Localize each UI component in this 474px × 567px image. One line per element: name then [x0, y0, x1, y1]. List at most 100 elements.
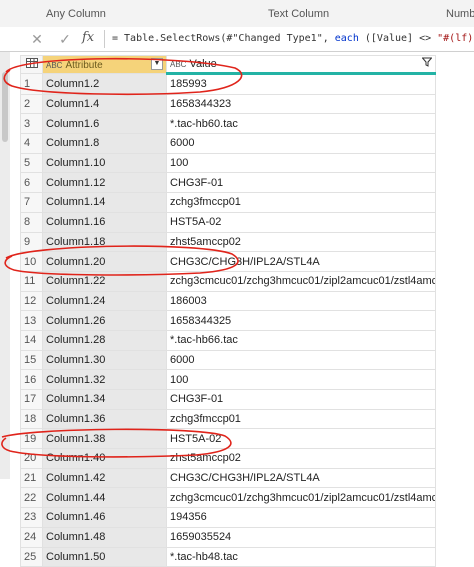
value-cell[interactable]: 6000	[166, 133, 436, 154]
table-row[interactable]: 8 Column1.16 HST5A-02	[20, 211, 436, 233]
value-cell[interactable]: zchg3fmccp01	[166, 192, 436, 213]
attribute-cell[interactable]: Column1.26	[42, 310, 167, 331]
attribute-cell[interactable]: Column1.28	[42, 329, 167, 351]
value-cell[interactable]: zchg3fmccp01	[166, 408, 436, 430]
value-cell[interactable]: HST5A-02	[166, 428, 436, 450]
value-cell[interactable]: *.tac-hb60.tac	[166, 113, 436, 135]
table-row[interactable]: 9 Column1.18 zhst5amccp02	[20, 231, 436, 253]
value-cell[interactable]: HST5A-02	[166, 211, 436, 233]
attribute-cell[interactable]: Column1.18	[42, 231, 167, 253]
commit-icon[interactable]: ✓	[56, 30, 74, 48]
right-edge	[466, 52, 474, 479]
attribute-cell[interactable]: Column1.20	[42, 251, 167, 272]
value-cell[interactable]: CHG3F-01	[166, 172, 436, 194]
table-row[interactable]: 4 Column1.8 6000	[20, 133, 436, 154]
table-row[interactable]: 13 Column1.26 1658344325	[20, 310, 436, 331]
table-row[interactable]: 20 Column1.40 zhst5amccp02	[20, 448, 436, 469]
table-row[interactable]: 12 Column1.24 186003	[20, 290, 436, 312]
value-cell[interactable]: 100	[166, 152, 436, 174]
table-row[interactable]: 22 Column1.44 zchg3cmcuc01/zchg3hmcuc01/zi…	[20, 487, 436, 509]
value-cell[interactable]: 1658344325	[166, 310, 436, 331]
table-row[interactable]: 24 Column1.48 1659035524	[20, 526, 436, 548]
value-cell[interactable]: 186003	[166, 290, 436, 312]
text-type-icon[interactable]: ABC	[170, 60, 186, 69]
attribute-cell[interactable]: Column1.30	[42, 349, 167, 371]
attribute-cell[interactable]: Column1.48	[42, 526, 167, 548]
table-row[interactable]: 2 Column1.4 1658344323	[20, 93, 436, 115]
value-cell[interactable]: zchg3cmcuc01/zchg3hmcuc01/zipl2amcuc01/z…	[166, 487, 436, 509]
table-menu-icon[interactable]	[20, 55, 43, 74]
value-cell[interactable]: CHG3C/CHG3H/IPL2A/STL4A	[166, 251, 436, 272]
attribute-column-header[interactable]: ABC Attribute ▼	[42, 55, 167, 74]
attribute-cell[interactable]: Column1.16	[42, 211, 167, 233]
attribute-cell[interactable]: Column1.34	[42, 389, 167, 410]
attribute-cell[interactable]: Column1.50	[42, 546, 167, 567]
value-cell[interactable]: CHG3F-01	[166, 389, 436, 410]
table-row[interactable]: 16 Column1.32 100	[20, 369, 436, 390]
filter-icon[interactable]	[421, 57, 433, 69]
attribute-cell[interactable]: Column1.22	[42, 270, 167, 292]
table-row[interactable]: 15 Column1.30 6000	[20, 349, 436, 371]
text-type-icon[interactable]: ABC	[46, 61, 62, 70]
row-number: 17	[20, 389, 43, 410]
table-row[interactable]: 3 Column1.6 *.tac-hb60.tac	[20, 113, 436, 135]
table-row[interactable]: 19 Column1.38 HST5A-02	[20, 428, 436, 450]
fx-icon[interactable]: fx	[82, 30, 94, 45]
row-number: 21	[20, 467, 43, 489]
attribute-cell[interactable]: Column1.44	[42, 487, 167, 509]
table-row[interactable]: 18 Column1.36 zchg3fmccp01	[20, 408, 436, 430]
attribute-cell[interactable]: Column1.32	[42, 369, 167, 390]
value-cell[interactable]: 194356	[166, 507, 436, 528]
attribute-cell[interactable]: Column1.2	[42, 73, 167, 95]
table-row[interactable]: 21 Column1.42 CHG3C/CHG3H/IPL2A/STL4A	[20, 467, 436, 489]
value-cell[interactable]: 6000	[166, 349, 436, 371]
table-row[interactable]: 1 Column1.2 185993	[20, 73, 436, 95]
table-row[interactable]: 6 Column1.12 CHG3F-01	[20, 172, 436, 194]
value-cell[interactable]: 1658344323	[166, 93, 436, 115]
left-pane-scrollbar[interactable]	[0, 52, 10, 479]
cancel-icon[interactable]: ✕	[28, 30, 46, 48]
value-cell[interactable]: zhst5amccp02	[166, 231, 436, 253]
formula-input[interactable]: = Table.SelectRows(#"Changed Type1", eac…	[112, 33, 474, 44]
text-column-label: Text Column	[268, 8, 330, 20]
value-column-header[interactable]: ABC Value	[166, 55, 436, 75]
value-cell[interactable]: 100	[166, 369, 436, 390]
attribute-cell[interactable]: Column1.24	[42, 290, 167, 312]
attribute-cell[interactable]: Column1.14	[42, 192, 167, 213]
value-cell[interactable]: zhst5amccp02	[166, 448, 436, 469]
value-cell[interactable]: *.tac-hb48.tac	[166, 546, 436, 567]
attribute-cell[interactable]: Column1.38	[42, 428, 167, 450]
value-cell[interactable]: CHG3C/CHG3H/IPL2A/STL4A	[166, 467, 436, 489]
row-number: 3	[20, 113, 43, 135]
table-row[interactable]: 14 Column1.28 *.tac-hb66.tac	[20, 329, 436, 351]
attribute-cell[interactable]: Column1.4	[42, 93, 167, 115]
attribute-cell[interactable]: Column1.40	[42, 448, 167, 469]
formula-divider	[104, 30, 105, 48]
table-row[interactable]: 25 Column1.50 *.tac-hb48.tac	[20, 546, 436, 567]
attribute-cell[interactable]: Column1.8	[42, 133, 167, 154]
value-cell[interactable]: *.tac-hb66.tac	[166, 329, 436, 351]
table-row[interactable]: 17 Column1.34 CHG3F-01	[20, 389, 436, 410]
table-row[interactable]: 7 Column1.14 zchg3fmccp01	[20, 192, 436, 213]
table-row[interactable]: 5 Column1.10 100	[20, 152, 436, 174]
scrollbar-thumb[interactable]	[2, 72, 8, 142]
column-profile-header: Any Column Text Column Number	[0, 0, 474, 28]
row-number: 16	[20, 369, 43, 390]
attribute-cell[interactable]: Column1.12	[42, 172, 167, 194]
value-cell[interactable]: 185993	[166, 73, 436, 95]
attribute-cell[interactable]: Column1.42	[42, 467, 167, 489]
attribute-cell[interactable]: Column1.36	[42, 408, 167, 430]
attribute-cell[interactable]: Column1.10	[42, 152, 167, 174]
table-row[interactable]: 10 Column1.20 CHG3C/CHG3H/IPL2A/STL4A	[20, 251, 436, 272]
row-number: 5	[20, 152, 43, 174]
value-cell[interactable]: zchg3cmcuc01/zchg3hmcuc01/zipl2amcuc01/z…	[166, 270, 436, 292]
table-row[interactable]: 11 Column1.22 zchg3cmcuc01/zchg3hmcuc01/zi…	[20, 270, 436, 292]
value-cell[interactable]: 1659035524	[166, 526, 436, 548]
chevron-down-icon[interactable]: ▼	[151, 58, 163, 70]
row-number: 20	[20, 448, 43, 469]
attribute-cell[interactable]: Column1.46	[42, 507, 167, 528]
attribute-cell[interactable]: Column1.6	[42, 113, 167, 135]
table-row[interactable]: 23 Column1.46 194356	[20, 507, 436, 528]
formula-bar: ✕ ✓ fx = Table.SelectRows(#"Changed Type…	[0, 27, 474, 52]
row-number: 11	[20, 270, 43, 292]
